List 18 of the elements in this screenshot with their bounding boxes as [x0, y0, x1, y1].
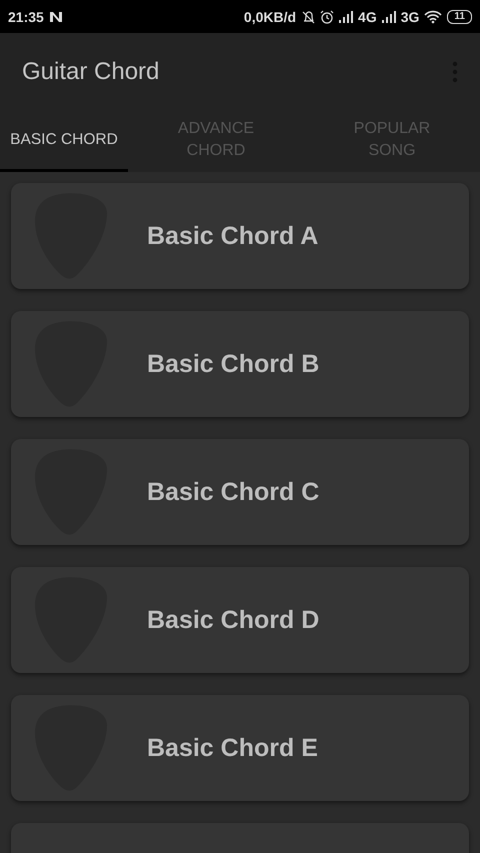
chord-card[interactable]: Basic Chord B — [11, 311, 469, 417]
chord-card[interactable]: Basic Chord E — [11, 695, 469, 801]
n-icon — [48, 10, 63, 22]
chord-card[interactable]: Basic Chord A — [11, 183, 469, 289]
app-title: Guitar Chord — [22, 58, 160, 86]
tab[interactable]: BASIC CHORD — [0, 110, 128, 172]
network-type: 3G — [400, 8, 420, 24]
wifi-icon — [424, 10, 442, 24]
chord-card[interactable]: Basic Chord C — [11, 439, 469, 545]
network-type: 4G — [358, 8, 377, 24]
signal-icon — [339, 10, 354, 22]
signal-icon — [382, 10, 396, 22]
alarm-icon — [320, 10, 334, 24]
bell-muted-icon — [301, 10, 316, 24]
clock: 21:35 — [8, 8, 44, 24]
battery-indicator: 11 — [447, 10, 472, 24]
data-rate: 0,0KB/d — [244, 8, 296, 24]
chord-card[interactable]: Basic Chord D — [11, 567, 469, 673]
